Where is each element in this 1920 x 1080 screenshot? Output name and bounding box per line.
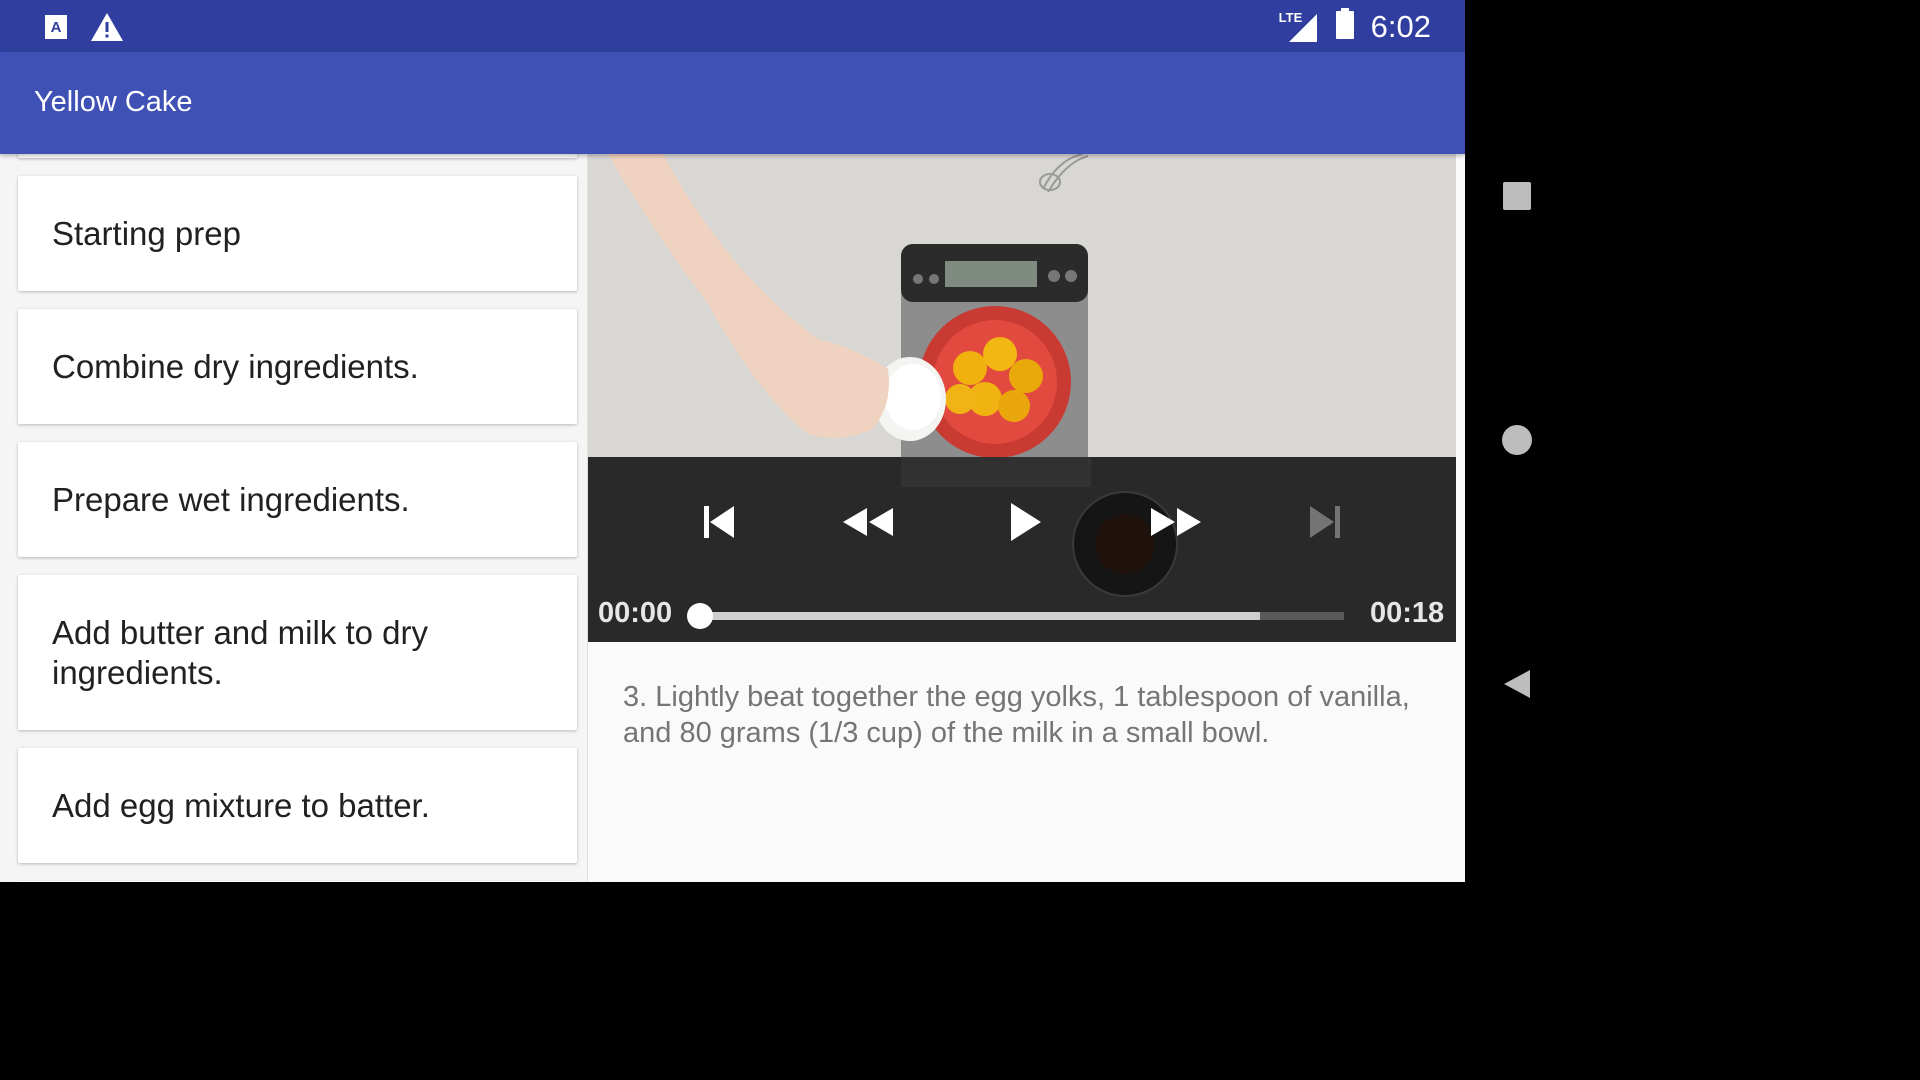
duration-time: 00:18 xyxy=(1370,597,1445,629)
skip-previous-icon[interactable] xyxy=(683,497,753,547)
player-controls: 00:00 00:18 xyxy=(588,457,1456,642)
steps-list[interactable]: Starting prep Combine dry ingredients. P… xyxy=(0,154,588,882)
step-card[interactable]: Add butter and milk to dry ingredients. xyxy=(18,575,577,730)
seek-thumb[interactable] xyxy=(687,603,713,629)
status-bar: A LTE 6:02 xyxy=(0,0,1465,52)
back-icon[interactable] xyxy=(1501,668,1533,700)
svg-text:A: A xyxy=(51,19,62,36)
current-time: 00:00 xyxy=(598,597,673,629)
battery-icon xyxy=(1335,8,1355,45)
status-time: 6:02 xyxy=(1370,8,1431,44)
seek-bar[interactable] xyxy=(700,612,1344,620)
step-card[interactable]: Prepare wet ingredients. xyxy=(18,442,577,557)
step-label: Add egg mixture to batter. xyxy=(52,786,430,824)
signal-icon: LTE xyxy=(1279,10,1319,44)
home-icon[interactable] xyxy=(1501,424,1533,456)
step-card[interactable] xyxy=(18,154,577,158)
accessibility-icon: A xyxy=(44,14,68,45)
warning-icon xyxy=(90,12,124,47)
step-detail: 00:00 00:18 3. Lightly beat together the… xyxy=(588,154,1465,882)
step-card[interactable]: Combine dry ingredients. xyxy=(18,309,577,424)
step-card[interactable] xyxy=(18,881,577,882)
app-bar: Yellow Cake xyxy=(0,52,1465,154)
video-player[interactable]: 00:00 00:18 xyxy=(588,154,1456,642)
step-description: 3. Lightly beat together the egg yolks, … xyxy=(623,681,1410,749)
app-screen: A LTE 6:02 Yellow Cake Starting prep Com… xyxy=(0,0,1465,882)
fast-forward-icon[interactable] xyxy=(1141,497,1211,547)
step-label: Add butter and milk to dry ingredients. xyxy=(52,613,429,691)
step-label: Combine dry ingredients. xyxy=(52,347,419,385)
rewind-icon[interactable] xyxy=(833,497,903,547)
step-card[interactable]: Starting prep xyxy=(18,176,577,291)
app-title: Yellow Cake xyxy=(34,86,193,118)
skip-next-icon[interactable] xyxy=(1291,497,1361,547)
play-icon[interactable] xyxy=(990,497,1060,547)
step-card[interactable]: Add egg mixture to batter. xyxy=(18,748,577,863)
recents-icon[interactable] xyxy=(1501,180,1533,212)
navigation-bar xyxy=(1465,0,1568,882)
buffered-bar xyxy=(700,612,1261,620)
step-label: Starting prep xyxy=(52,214,241,252)
step-label: Prepare wet ingredients. xyxy=(52,480,410,518)
